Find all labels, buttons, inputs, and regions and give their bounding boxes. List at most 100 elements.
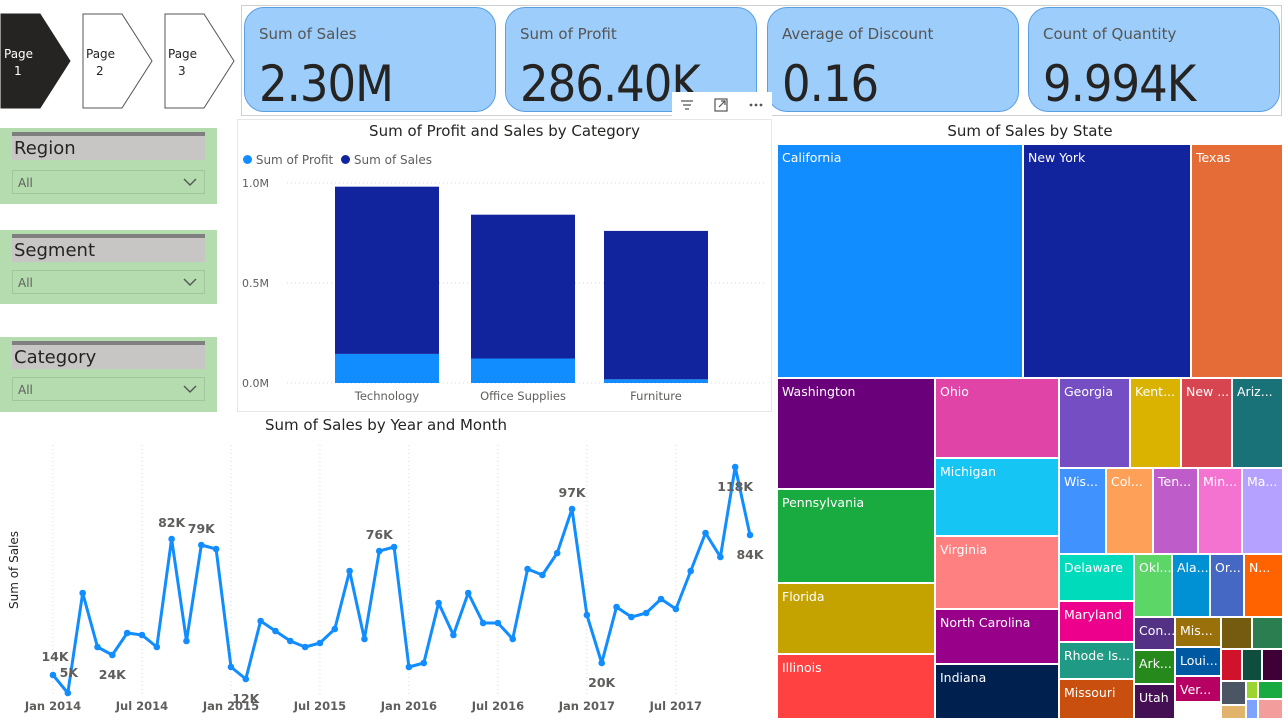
treemap-cell[interactable]: Utah <box>1134 684 1175 719</box>
state-treemap[interactable]: California New York Texas Washington Ohio Geo… <box>777 144 1283 719</box>
sales-point[interactable] <box>183 637 190 645</box>
treemap-cell[interactable]: Texas <box>1191 144 1283 378</box>
treemap-cell[interactable]: Ohio <box>935 378 1059 458</box>
sales-point[interactable] <box>420 659 428 667</box>
treemap-cell[interactable]: Wis... <box>1059 468 1106 554</box>
treemap-cell[interactable]: Con... <box>1134 617 1175 650</box>
treemap-cell[interactable] <box>1258 681 1283 699</box>
profit-bar[interactable] <box>471 358 575 383</box>
sales-point[interactable] <box>153 643 161 651</box>
sales-point[interactable] <box>168 535 175 543</box>
treemap-cell[interactable]: Ten... <box>1153 468 1198 554</box>
treemap-cell[interactable]: Maryland <box>1059 601 1134 642</box>
sales-point[interactable] <box>361 635 368 643</box>
sales-point[interactable] <box>79 589 86 597</box>
profit-bar[interactable] <box>335 353 439 383</box>
more-options-icon[interactable] <box>745 94 767 116</box>
sales-point[interactable] <box>49 671 57 679</box>
sales-point[interactable] <box>331 625 339 633</box>
sales-point[interactable] <box>539 571 546 579</box>
treemap-cell[interactable] <box>1221 617 1252 649</box>
treemap-cell[interactable]: Missouri <box>1059 679 1134 719</box>
treemap-cell[interactable]: Min... <box>1198 468 1242 554</box>
sales-point[interactable] <box>257 617 264 625</box>
treemap-cell[interactable]: Or... <box>1210 554 1244 617</box>
treemap-cell[interactable] <box>1258 699 1283 719</box>
treemap-cell[interactable] <box>1252 617 1283 649</box>
treemap-cell[interactable] <box>1221 681 1246 705</box>
month-line-chart[interactable]: Jan 2014 Jul 2014 Jan 2015 Jul 2015 Jan 2016… <box>0 435 772 723</box>
segment-dropdown[interactable]: All <box>12 270 205 294</box>
treemap-cell[interactable]: Washington <box>777 378 935 489</box>
treemap-cell[interactable]: Indiana <box>935 664 1059 719</box>
focus-mode-icon[interactable] <box>710 94 732 116</box>
sales-point[interactable] <box>390 543 398 551</box>
kpi-card[interactable]: Sum of Sales 2.30M <box>244 7 496 113</box>
sales-point[interactable] <box>242 675 250 683</box>
sales-point[interactable] <box>494 619 502 627</box>
treemap-cell[interactable]: Rhode Is... <box>1059 642 1134 679</box>
page-1-button[interactable]: Page 1 <box>0 13 72 109</box>
sales-point[interactable] <box>746 531 754 539</box>
treemap-cell[interactable]: Michigan <box>935 458 1059 536</box>
sales-point[interactable] <box>138 631 146 639</box>
sales-point[interactable] <box>731 463 739 471</box>
sales-point[interactable] <box>212 545 220 553</box>
kpi-card[interactable]: Average of Discount 0.16 <box>767 7 1019 113</box>
treemap-cell[interactable]: Ark... <box>1134 650 1175 684</box>
sales-point[interactable] <box>64 689 72 697</box>
sales-bar[interactable] <box>335 186 439 354</box>
treemap-cell[interactable]: New York <box>1023 144 1191 378</box>
treemap-cell[interactable]: Florida <box>777 583 935 654</box>
kpi-card[interactable]: Count of Quantity 9.994K <box>1028 7 1280 113</box>
sales-point[interactable] <box>628 613 635 621</box>
category-dropdown[interactable]: All <box>12 377 205 401</box>
sales-point[interactable] <box>642 609 650 617</box>
sales-point[interactable] <box>123 629 131 637</box>
treemap-cell[interactable]: Ala... <box>1172 554 1210 617</box>
sales-point[interactable] <box>479 619 487 627</box>
sales-point[interactable] <box>509 635 517 643</box>
treemap-cell[interactable]: Col... <box>1106 468 1153 554</box>
sales-point[interactable] <box>375 547 383 555</box>
treemap-cell[interactable]: Kent... <box>1130 378 1181 468</box>
treemap-cell[interactable] <box>1242 649 1262 681</box>
sales-point[interactable] <box>198 541 205 549</box>
sales-point[interactable] <box>435 599 442 607</box>
sales-point[interactable] <box>613 603 620 611</box>
treemap-cell[interactable] <box>1221 705 1246 719</box>
sales-point[interactable] <box>568 505 576 513</box>
treemap-cell[interactable]: Ma... <box>1242 468 1283 554</box>
treemap-cell[interactable] <box>1246 681 1258 699</box>
sales-point[interactable] <box>109 651 116 659</box>
treemap-cell[interactable]: North Carolina <box>935 609 1059 664</box>
treemap-cell[interactable]: Delaware <box>1059 554 1134 601</box>
sales-point[interactable] <box>464 589 472 597</box>
treemap-cell[interactable] <box>1262 649 1283 681</box>
profit-bar[interactable] <box>604 379 708 383</box>
treemap-cell[interactable]: Okl... <box>1134 554 1172 617</box>
sales-bar[interactable] <box>471 214 575 359</box>
treemap-cell[interactable]: Pennsylvania <box>777 489 935 583</box>
treemap-cell[interactable]: N... <box>1244 554 1283 617</box>
sales-point[interactable] <box>286 637 294 645</box>
sales-point[interactable] <box>450 631 457 639</box>
page-3-button[interactable]: Page 3 <box>164 13 236 109</box>
sales-bar[interactable] <box>604 230 708 380</box>
sales-point[interactable] <box>657 595 665 603</box>
sales-point[interactable] <box>316 639 324 647</box>
treemap-cell[interactable] <box>1221 649 1242 681</box>
sales-point[interactable] <box>702 529 709 537</box>
treemap-cell[interactable]: Ariz... <box>1232 378 1283 468</box>
sales-point[interactable] <box>717 553 724 561</box>
treemap-cell[interactable]: Virginia <box>935 536 1059 609</box>
sales-point[interactable] <box>301 643 309 651</box>
sales-point[interactable] <box>583 611 591 619</box>
treemap-cell[interactable]: Loui... <box>1175 647 1221 676</box>
sales-point[interactable] <box>272 627 279 635</box>
sales-point[interactable] <box>672 605 680 613</box>
sales-point[interactable] <box>346 567 353 575</box>
treemap-cell[interactable] <box>1246 699 1258 719</box>
filter-icon[interactable] <box>676 94 698 116</box>
sales-point[interactable] <box>687 567 694 575</box>
